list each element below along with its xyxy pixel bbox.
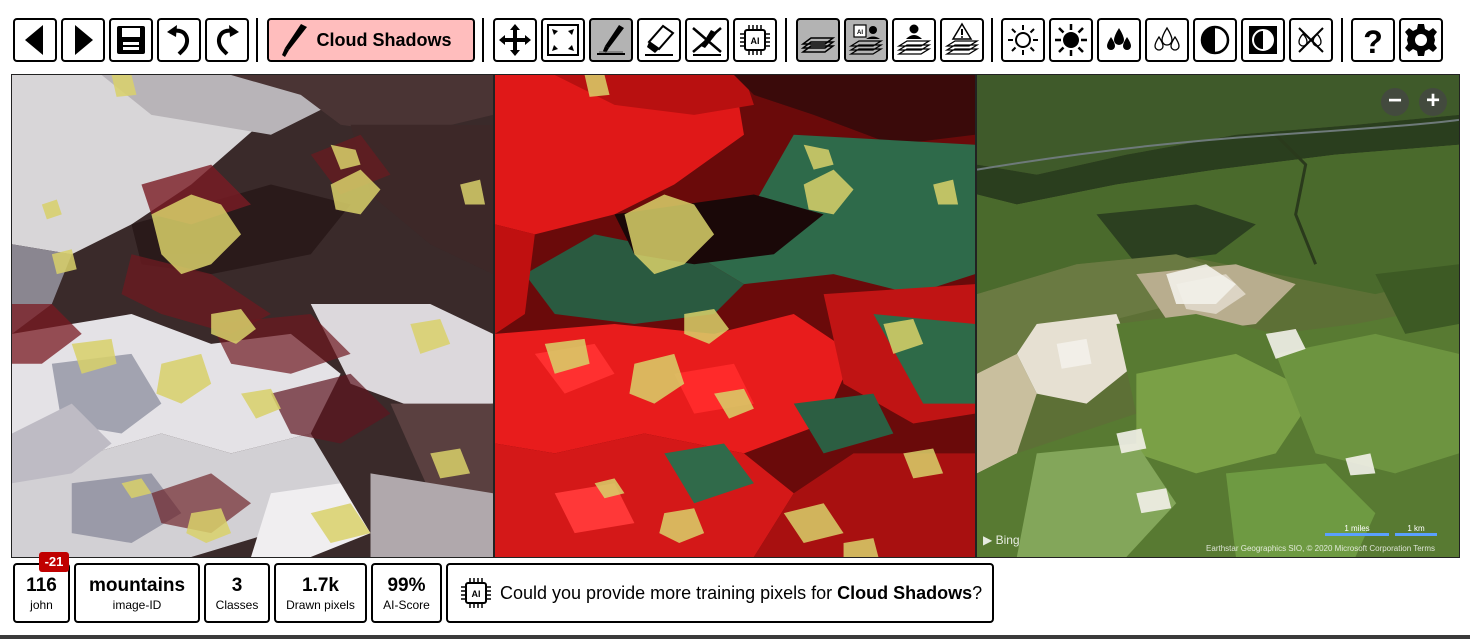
redo-button[interactable] — [205, 18, 249, 62]
classes-card: 3 Classes — [204, 563, 270, 623]
toolbar-divider — [991, 18, 993, 62]
toolbar-divider — [1341, 18, 1343, 62]
scale-bar-km: 1 km — [1395, 524, 1437, 536]
toolbar-divider — [785, 18, 787, 62]
layer-person-button[interactable] — [892, 18, 936, 62]
class-label: Cloud Shadows — [316, 29, 452, 50]
classes-caption: Classes — [215, 598, 259, 612]
scale-bar-miles: 1 miles — [1325, 524, 1389, 536]
svg-text:AI: AI — [857, 30, 863, 36]
layer-flat-button[interactable] — [796, 18, 840, 62]
back-icon — [25, 25, 43, 55]
brush-draw-button[interactable] — [589, 18, 633, 62]
annotation-canvas-natural-color[interactable] — [11, 74, 494, 558]
fit-to-screen-button[interactable] — [541, 18, 585, 62]
ai-message-prefix: Could you provide more training pixels f… — [500, 582, 838, 603]
image-id-card: mountains image-ID — [74, 563, 200, 623]
classes-value: 3 — [231, 575, 243, 596]
brightness-high-icon — [1055, 24, 1087, 56]
forward-icon — [75, 25, 93, 55]
eraser-icon — [645, 24, 675, 56]
satellite-image-false-color — [495, 75, 975, 557]
contrast-button[interactable] — [1193, 18, 1237, 62]
map-attribution: Earthstar Geographics SIO, © 2020 Micros… — [1206, 544, 1435, 553]
reset-adjust-button[interactable] — [1289, 18, 1333, 62]
bing-logo-label: Bing — [995, 533, 1020, 547]
ai-score-card: 99% AI-Score — [371, 563, 442, 623]
ai-score-caption: AI-Score — [383, 598, 430, 612]
reference-map[interactable]: − + ▶ Bing 1 miles 1 km Earthstar Geogra… — [976, 74, 1460, 558]
ai-suggest-button[interactable]: AI — [733, 18, 777, 62]
user-score-value: 116 — [26, 575, 57, 596]
settings-icon — [1405, 24, 1437, 56]
svg-text:?: ? — [1363, 24, 1383, 58]
image-id-value: mountains — [88, 575, 186, 596]
clear-drawing-button[interactable] — [685, 18, 729, 62]
toolbar-divider — [482, 18, 484, 62]
clear-drawing-icon — [692, 27, 722, 56]
ai-chip-icon: AI — [740, 25, 770, 55]
layer-warning-icon — [944, 22, 980, 55]
saturation-up-icon — [1107, 28, 1131, 50]
score-delta-badge: -21 — [39, 552, 69, 572]
brightness-low-icon — [1008, 25, 1038, 55]
ai-message-text: Could you provide more training pixels f… — [500, 583, 982, 604]
user-score-card: 116 john — [13, 563, 70, 623]
brightness-up-button[interactable] — [1049, 18, 1093, 62]
svg-text:AI: AI — [472, 589, 481, 599]
bottom-border — [0, 635, 1470, 639]
layer-ai-button[interactable]: AI — [844, 18, 888, 62]
brightness-down-button[interactable] — [1001, 18, 1045, 62]
contrast-inverse-icon — [1249, 26, 1277, 54]
svg-text:AI: AI — [751, 36, 760, 46]
brush-icon — [282, 24, 307, 57]
user-name: john — [30, 598, 53, 612]
class-selector-button[interactable]: Cloud Shadows — [267, 18, 475, 62]
help-icon: ? — [1363, 24, 1383, 58]
undo-icon — [167, 25, 190, 56]
saturation-up-button[interactable] — [1097, 18, 1141, 62]
undo-button[interactable] — [157, 18, 201, 62]
zoom-out-button[interactable]: − — [1381, 88, 1409, 116]
image-id-caption: image-ID — [112, 598, 162, 612]
redo-icon — [216, 25, 239, 56]
fit-to-screen-icon — [547, 24, 579, 56]
settings-button[interactable] — [1399, 18, 1443, 62]
eraser-button[interactable] — [637, 18, 681, 62]
ai-message-suffix: ? — [972, 582, 983, 603]
satellite-image-natural — [12, 75, 493, 557]
forward-button[interactable] — [61, 18, 105, 62]
layer-person-icon — [896, 24, 932, 55]
contrast-inverse-button[interactable] — [1241, 18, 1285, 62]
toolbar-divider — [256, 18, 258, 62]
annotation-canvas-false-color[interactable] — [494, 74, 976, 558]
saturation-down-icon — [1154, 26, 1180, 51]
pan-icon — [499, 24, 531, 56]
bing-logo: ▶ Bing — [983, 533, 1020, 547]
toolbar: Cloud Shadows AI AI ? — [0, 0, 1470, 74]
layer-flat-icon — [800, 37, 836, 53]
drawn-pixels-card: 1.7k Drawn pixels — [274, 563, 367, 623]
save-button[interactable] — [109, 18, 153, 62]
ai-message-class: Cloud Shadows — [837, 582, 973, 603]
save-icon — [117, 26, 145, 54]
saturation-down-button[interactable] — [1145, 18, 1189, 62]
drawn-pixels-value: 1.7k — [302, 575, 339, 596]
reset-adjust-icon — [1298, 27, 1324, 53]
zoom-in-button[interactable]: + — [1419, 88, 1447, 116]
layer-ai-icon: AI — [848, 24, 884, 55]
bing-aerial-imagery — [977, 75, 1459, 557]
ai-chip-icon: AI — [461, 578, 491, 608]
help-button[interactable]: ? — [1351, 18, 1395, 62]
drawn-pixels-caption: Drawn pixels — [286, 598, 355, 612]
layer-warning-button[interactable] — [940, 18, 984, 62]
pan-button[interactable] — [493, 18, 537, 62]
ai-message: AI Could you provide more training pixel… — [446, 563, 994, 623]
contrast-icon — [1200, 25, 1230, 55]
back-button[interactable] — [13, 18, 57, 62]
brush-draw-icon — [597, 25, 625, 55]
ai-score-value: 99% — [387, 575, 426, 596]
